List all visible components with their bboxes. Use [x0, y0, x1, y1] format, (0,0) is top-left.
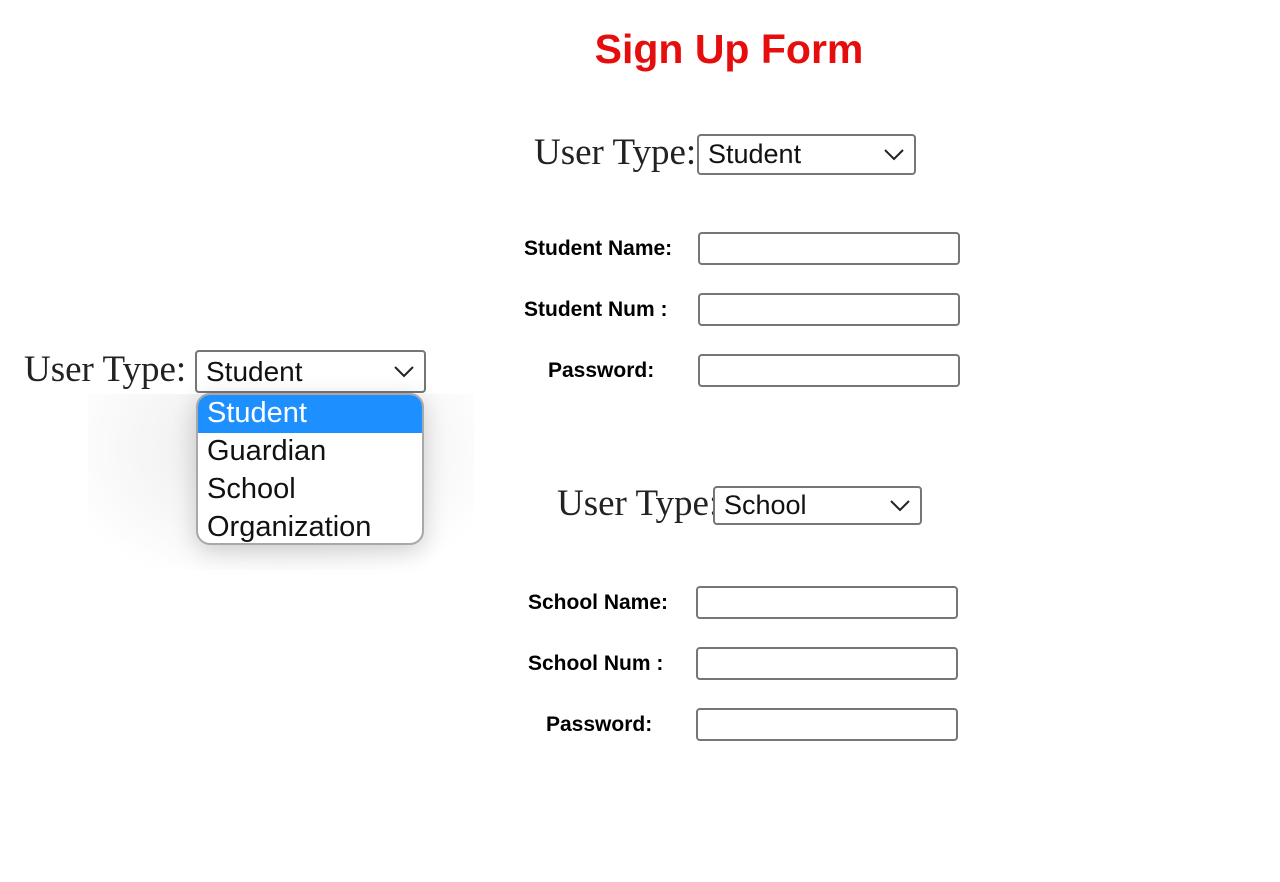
page-title: Sign Up Form: [594, 26, 864, 72]
student-user-type-select[interactable]: Student: [697, 134, 916, 175]
chevron-down-icon: [394, 365, 414, 377]
school-password-label: Password:: [546, 713, 653, 736]
school-num-input[interactable]: [696, 647, 958, 680]
school-name-label: School Name:: [528, 591, 669, 614]
school-num-label: School Num :: [528, 652, 664, 675]
dropdown-option-student[interactable]: Student: [198, 395, 422, 433]
dropdown-demo-selected-value: Student: [206, 355, 303, 387]
student-num-input[interactable]: [698, 293, 960, 326]
school-user-type-value: School: [724, 490, 807, 520]
student-name-input[interactable]: [698, 232, 960, 265]
school-user-type-select[interactable]: School: [713, 486, 922, 525]
school-user-type-label: User Type:: [557, 483, 720, 524]
user-type-dropdown-list: Student Guardian School Organization: [196, 393, 424, 545]
student-password-input[interactable]: [698, 354, 960, 387]
student-name-label: Student Name:: [524, 237, 673, 260]
dropdown-option-school[interactable]: School: [198, 471, 422, 509]
dropdown-demo-user-type-select[interactable]: Student: [195, 350, 426, 393]
chevron-down-icon: [884, 148, 904, 160]
dropdown-option-guardian[interactable]: Guardian: [198, 433, 422, 471]
dropdown-option-organization[interactable]: Organization: [198, 509, 422, 543]
school-password-input[interactable]: [696, 708, 958, 741]
student-password-label: Password:: [548, 359, 655, 382]
dropdown-demo-user-type-label: User Type:: [24, 349, 187, 390]
student-user-type-value: Student: [708, 139, 802, 169]
school-name-input[interactable]: [696, 586, 958, 619]
student-num-label: Student Num :: [524, 298, 668, 321]
chevron-down-icon: [890, 499, 910, 511]
student-user-type-label: User Type:: [534, 132, 697, 173]
